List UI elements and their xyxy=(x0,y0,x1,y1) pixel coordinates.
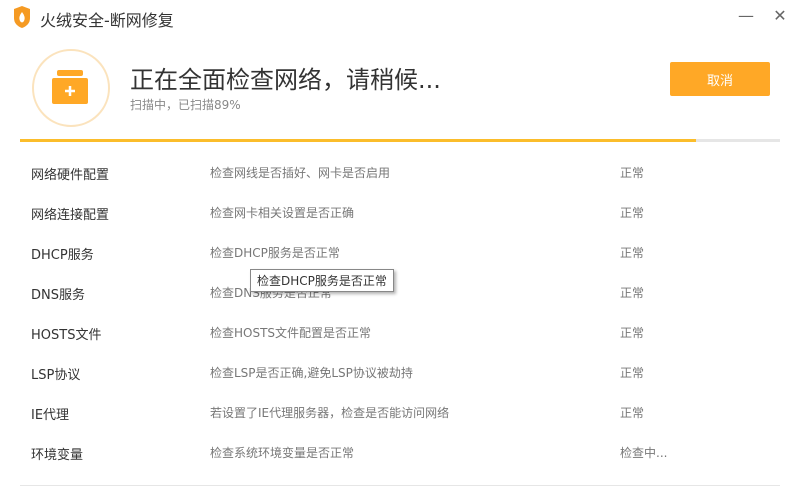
check-row: 环境变量 检查系统环境变量是否正常 检查中... xyxy=(0,432,798,472)
check-name: HOSTS文件 xyxy=(31,328,102,343)
window-title: 火绒安全-断网修复 xyxy=(40,11,174,30)
repair-folder-icon xyxy=(52,70,88,104)
check-name: IE代理 xyxy=(31,408,70,423)
check-status: 检查中... xyxy=(620,446,668,460)
minimize-icon[interactable]: — xyxy=(736,6,756,28)
check-description: 检查DHCP服务是否正常 xyxy=(210,246,340,260)
check-name: DNS服务 xyxy=(31,288,85,303)
page-heading: 正在全面检查网络，请稍候... xyxy=(130,66,441,94)
check-status: 正常 xyxy=(620,166,645,180)
scan-status: 扫描中，已扫描89% xyxy=(130,98,241,112)
check-row: 网络硬件配置 检查网线是否插好、网卡是否启用 正常 xyxy=(0,152,798,192)
check-description: 检查系统环境变量是否正常 xyxy=(210,446,355,460)
close-icon[interactable]: ✕ xyxy=(770,6,790,28)
check-row: DHCP服务 检查DHCP服务是否正常 正常 xyxy=(0,232,798,272)
check-name: 网络连接配置 xyxy=(31,208,110,223)
check-status: 正常 xyxy=(620,246,645,260)
check-row: HOSTS文件 检查HOSTS文件配置是否正常 正常 xyxy=(0,312,798,352)
cancel-button[interactable]: 取消 xyxy=(670,62,770,96)
check-status: 正常 xyxy=(620,206,645,220)
check-row: 网络连接配置 检查网卡相关设置是否正确 正常 xyxy=(0,192,798,232)
check-name: DHCP服务 xyxy=(31,248,94,263)
progress-bar xyxy=(20,139,780,142)
check-name: 环境变量 xyxy=(31,448,84,463)
progress-fill xyxy=(20,139,697,142)
check-description: 检查网线是否插好、网卡是否启用 xyxy=(210,166,391,180)
title-bar: 火绒安全-断网修复 — ✕ xyxy=(0,0,798,36)
check-description: 检查网卡相关设置是否正确 xyxy=(210,206,355,220)
check-name: 网络硬件配置 xyxy=(31,168,110,183)
check-status: 正常 xyxy=(620,286,645,300)
check-name: LSP协议 xyxy=(31,368,81,383)
check-description: 检查LSP是否正确,避免LSP协议被劫持 xyxy=(210,366,413,380)
check-status: 正常 xyxy=(620,326,645,340)
huorong-logo-icon xyxy=(14,6,30,28)
check-status: 正常 xyxy=(620,406,645,420)
divider xyxy=(20,485,780,486)
check-row: IE代理 若设置了IE代理服务器，检查是否能访问网络 正常 xyxy=(0,392,798,432)
check-row: LSP协议 检查LSP是否正确,避免LSP协议被劫持 正常 xyxy=(0,352,798,392)
tooltip: 检查DHCP服务是否正常 xyxy=(250,269,394,292)
check-description: 检查HOSTS文件配置是否正常 xyxy=(210,326,372,340)
check-description: 若设置了IE代理服务器，检查是否能访问网络 xyxy=(210,406,450,420)
check-row: DNS服务 检查DNS服务是否正常 正常 xyxy=(0,272,798,312)
check-status: 正常 xyxy=(620,366,645,380)
